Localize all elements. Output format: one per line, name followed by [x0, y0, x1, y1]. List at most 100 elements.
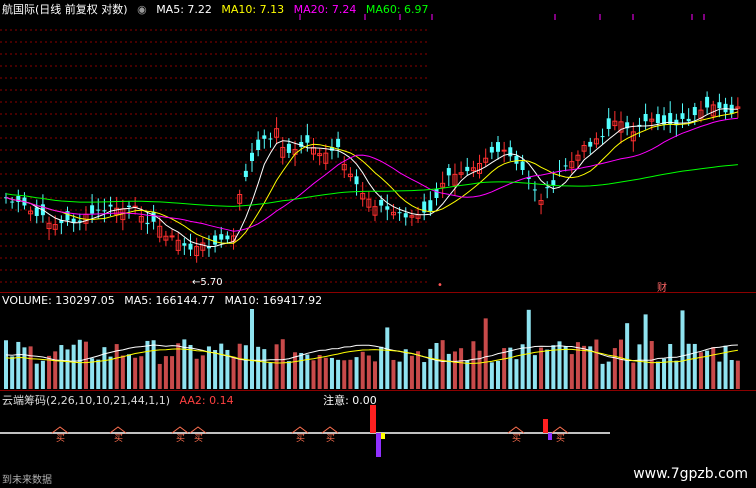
- candle-body: [34, 207, 39, 216]
- volume-bar: [311, 360, 316, 389]
- volume-chart[interactable]: [0, 293, 756, 391]
- candlestick-chart[interactable]: [0, 0, 756, 292]
- candle-body: [434, 188, 439, 198]
- volume-bar: [274, 344, 279, 389]
- settings-icon[interactable]: ◉: [137, 3, 147, 16]
- candle-body: [680, 113, 685, 119]
- signal-wave: [51, 426, 69, 434]
- volume-bar: [163, 356, 168, 389]
- volume-bar: [637, 344, 642, 389]
- volume-bar: [133, 357, 138, 389]
- signal-wave: [171, 426, 189, 434]
- volume-bar: [391, 359, 396, 389]
- future-data-note: 到未来数据: [2, 475, 52, 486]
- volume-bar: [428, 348, 433, 389]
- volume-bar: [385, 327, 390, 389]
- volume-bar: [77, 339, 82, 389]
- signal-wave: [507, 426, 525, 434]
- volume-bar: [256, 346, 261, 389]
- signal-wave: [189, 426, 207, 434]
- volume-bar: [231, 356, 236, 389]
- low-price-marker: ←5.70: [192, 277, 223, 288]
- candle-body: [686, 118, 691, 122]
- volume-bar: [575, 342, 580, 389]
- indicator-panel[interactable]: 云端筹码(2,26,10,10,21,44,1,1) AA2: 0.14 注意:…: [0, 390, 756, 488]
- ma10-line: [5, 111, 739, 244]
- volume-bar: [329, 357, 334, 389]
- volume-bar: [176, 343, 181, 389]
- volume-bar: [145, 340, 150, 389]
- volume-bar: [692, 343, 697, 389]
- candle-body: [256, 139, 261, 151]
- volume-bar: [422, 362, 427, 389]
- ma10-readout: MA10: 7.13: [221, 3, 285, 16]
- volume-bar: [53, 351, 58, 389]
- volume-bar: [680, 310, 685, 389]
- aa2-readout: AA2: 0.14: [179, 394, 234, 407]
- candle-body: [219, 234, 224, 240]
- volume-bar: [83, 341, 88, 389]
- candle-body: [551, 180, 556, 186]
- volume-bar: [606, 361, 611, 389]
- volume-bar: [34, 363, 39, 389]
- volume-bar: [243, 345, 248, 389]
- volume-bar: [619, 339, 623, 389]
- volume-bar: [40, 360, 45, 389]
- volume-bar: [268, 362, 273, 389]
- signal-bar: [381, 433, 385, 439]
- buy-marker: 买: [194, 433, 203, 444]
- volume-bar: [250, 309, 254, 389]
- volume-bar: [508, 347, 513, 389]
- volume-bar: [649, 341, 654, 389]
- volume-bar: [600, 363, 605, 389]
- signal-bar: [548, 433, 552, 440]
- signal-bar: [543, 419, 548, 433]
- volume-bar: [735, 360, 740, 389]
- candle-body: [489, 146, 494, 153]
- price-legend: 航国际(日线 前复权 对数) ◉ MA5: 7.22 MA10: 7.13 MA…: [2, 1, 435, 17]
- volume-bar: [569, 354, 574, 389]
- volume-bar: [539, 347, 544, 389]
- volume-bar: [213, 350, 218, 389]
- volume-bar: [452, 351, 457, 389]
- candle-body: [588, 141, 593, 147]
- volume-bar: [662, 358, 667, 389]
- indicator-name: 云端筹码(2,26,10,10,21,44,1,1): [2, 394, 171, 407]
- buy-marker: 买: [556, 433, 565, 444]
- volume-bar: [108, 356, 113, 389]
- candle-body: [428, 200, 433, 212]
- candle-body: [723, 103, 728, 113]
- volume-bar: [514, 359, 519, 389]
- volume-bar: [477, 350, 482, 389]
- candle-body: [501, 149, 507, 152]
- notice-readout: 注意: 0.00: [323, 394, 377, 407]
- ma60-readout: MA60: 6.97: [365, 3, 429, 16]
- candle-body: [213, 235, 218, 245]
- buy-marker: 买: [296, 433, 305, 444]
- candle-body: [397, 212, 402, 214]
- candle-body: [102, 210, 107, 212]
- volume-bar: [686, 343, 691, 389]
- volume-bar: [71, 344, 76, 389]
- finance-tag[interactable]: 财: [657, 279, 667, 292]
- candle-body: [717, 102, 722, 109]
- volume-bar: [120, 355, 125, 389]
- volume-bar: [280, 339, 285, 389]
- volume-bar: [502, 348, 507, 389]
- price-panel[interactable]: 航国际(日线 前复权 对数) ◉ MA5: 7.22 MA10: 7.13 MA…: [0, 0, 756, 292]
- volume-bar: [96, 359, 101, 389]
- volume-bar: [336, 359, 341, 389]
- volume-bar: [434, 342, 439, 389]
- volume-bar: [16, 341, 21, 389]
- candle-body: [262, 135, 267, 139]
- volume-bar: [496, 360, 500, 389]
- volume-bar: [471, 341, 476, 389]
- event-tag[interactable]: •: [437, 280, 443, 291]
- volume-bar: [557, 341, 562, 389]
- volume-legend: VOLUME: 130297.05 MA5: 166144.77 MA10: 1…: [2, 294, 328, 307]
- volume-panel[interactable]: VOLUME: 130297.05 MA5: 166144.77 MA10: 1…: [0, 292, 756, 391]
- volume-bar: [348, 359, 353, 389]
- volume-bar: [188, 344, 193, 389]
- volume-bar: [342, 360, 347, 389]
- candle-body: [655, 114, 660, 124]
